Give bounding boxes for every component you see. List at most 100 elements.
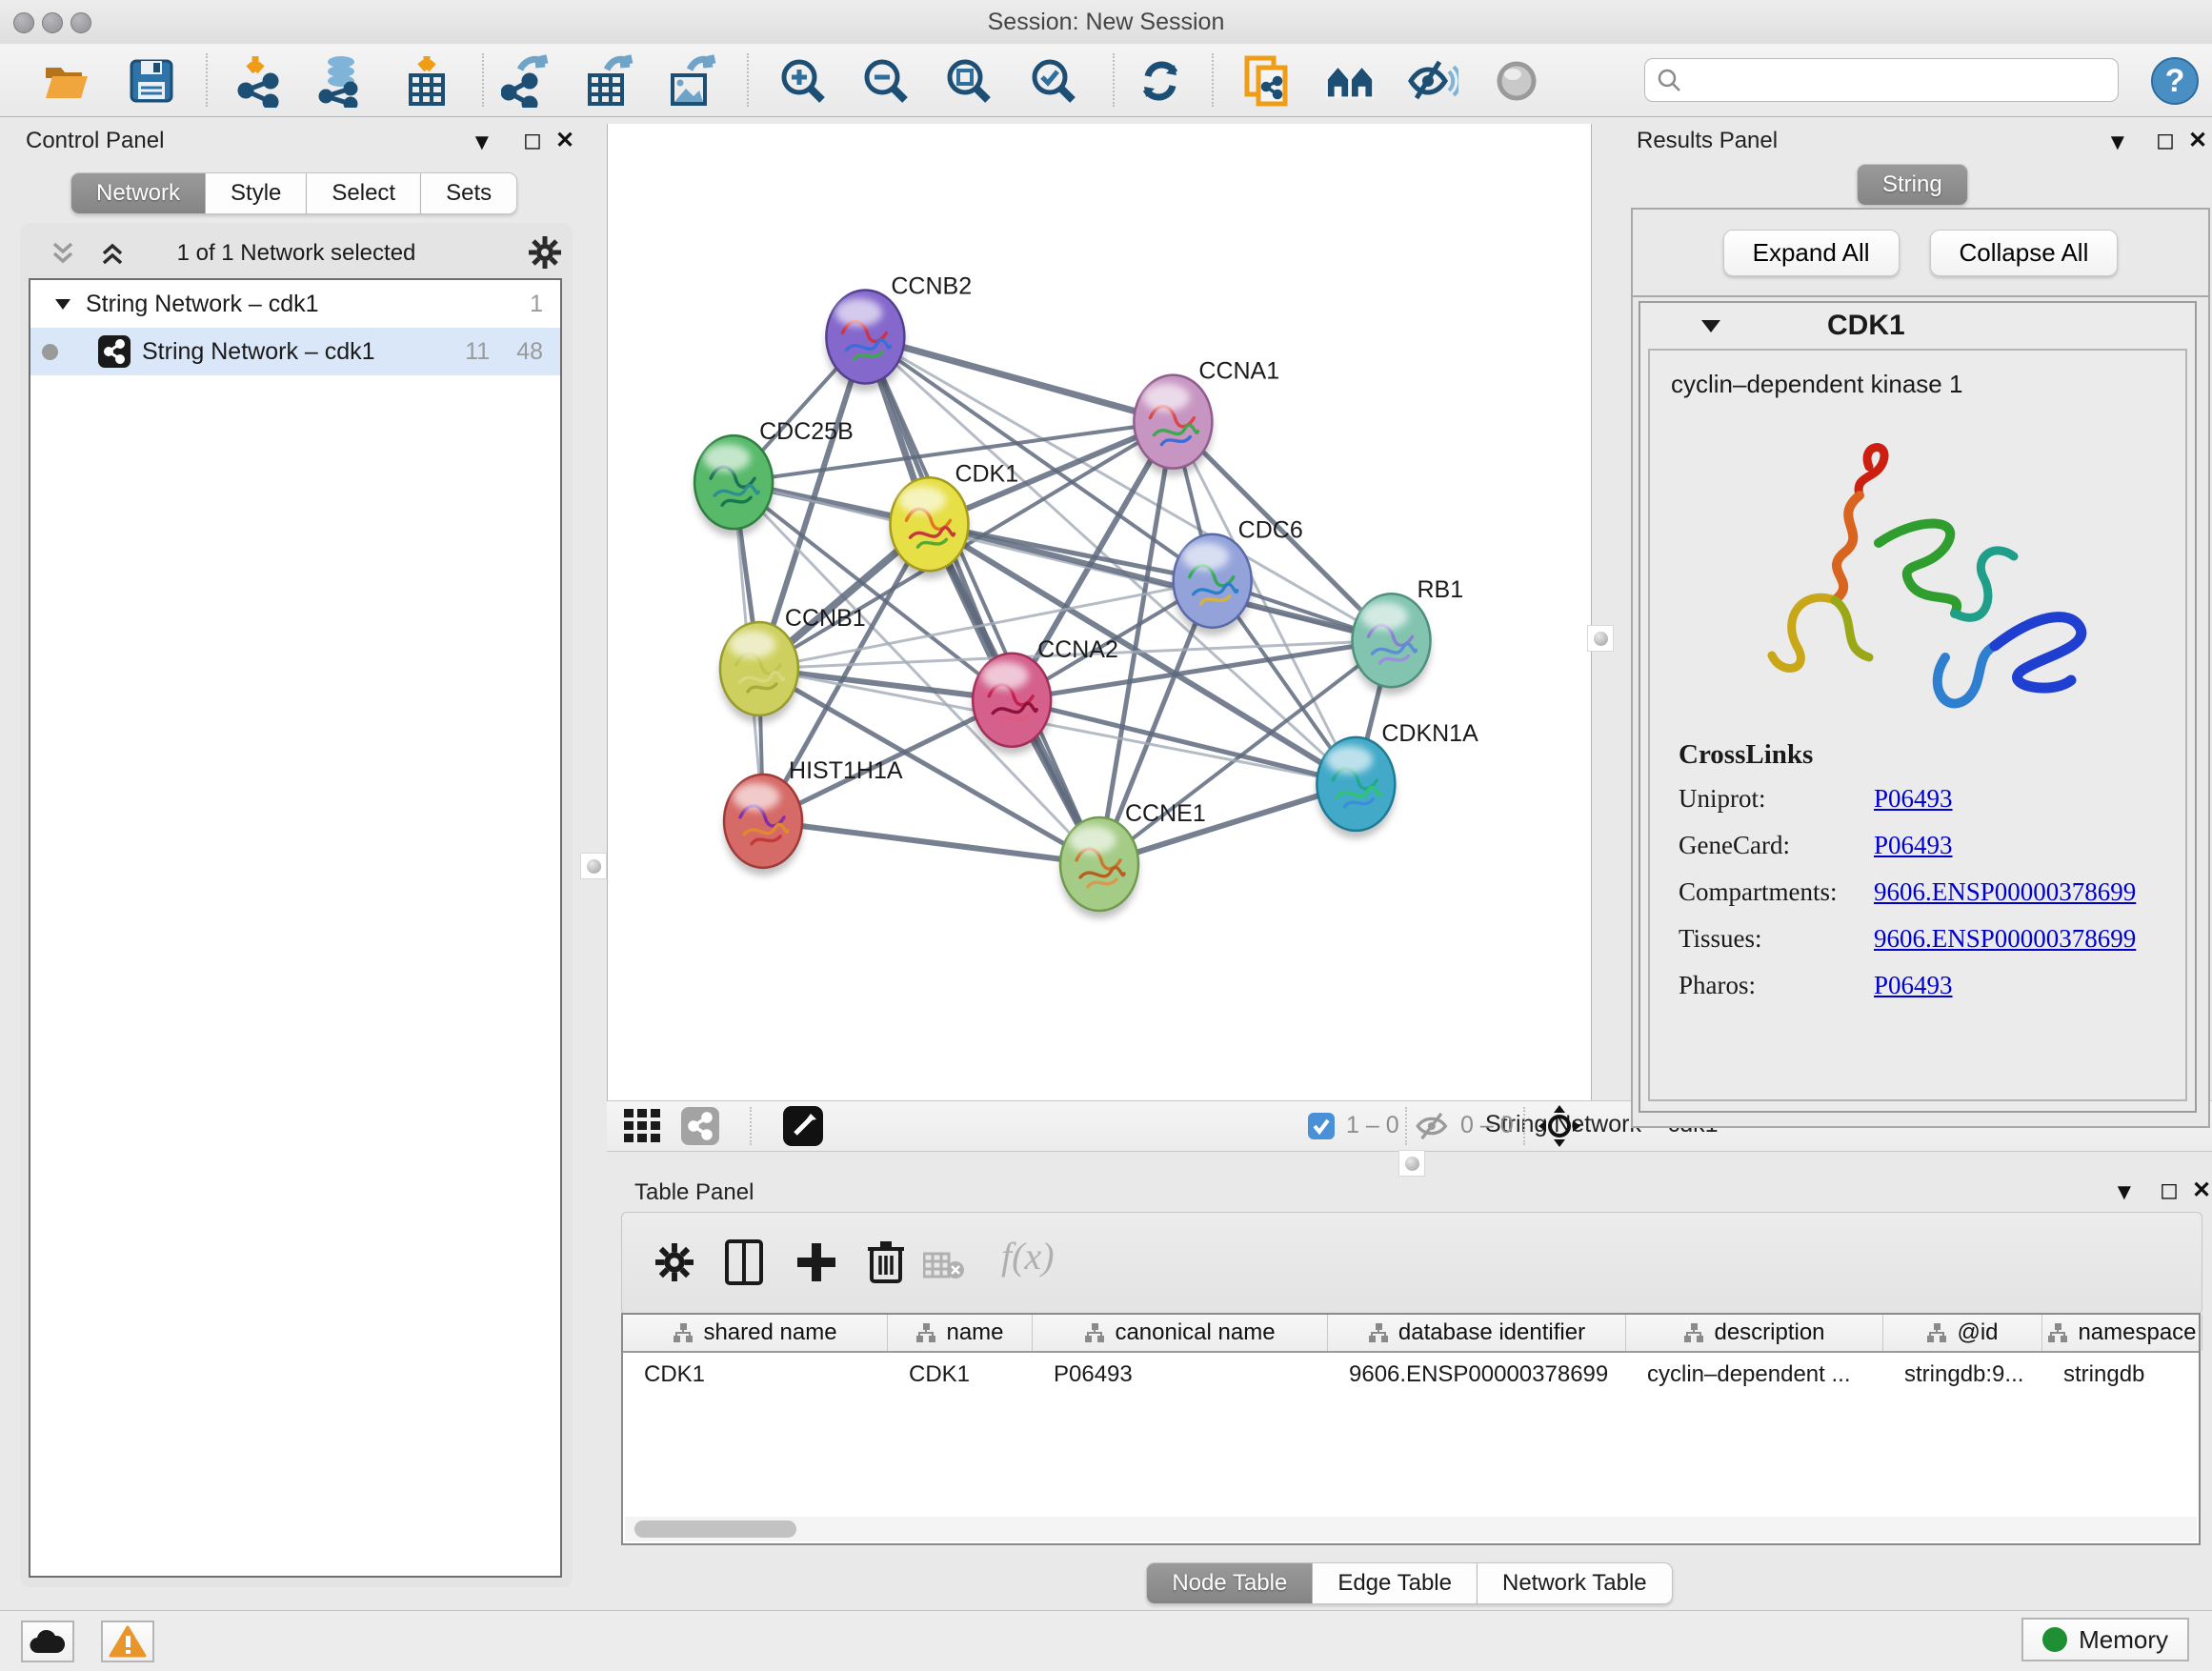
tab-string[interactable]: String: [1857, 164, 1968, 206]
warning-button[interactable]: [101, 1621, 154, 1662]
node-CCNE1[interactable]: CCNE1: [1060, 800, 1206, 918]
panel-close-icon[interactable]: ✕: [555, 130, 574, 152]
panel-collapse-icon[interactable]: ▼: [471, 131, 493, 154]
crosslink-link[interactable]: P06493: [1874, 831, 1953, 860]
column-header-name[interactable]: name: [888, 1315, 1033, 1351]
edge-CCNB2-CCNE1[interactable]: [865, 336, 1099, 864]
zoom-out-icon[interactable]: [860, 55, 912, 107]
column-header-namespace[interactable]: namespace: [2042, 1315, 2202, 1351]
table-cell[interactable]: stringdb: [2042, 1361, 2202, 1388]
export-table-icon[interactable]: [584, 55, 635, 107]
column-type-icon: [1368, 1322, 1389, 1343]
panel-float-icon[interactable]: ◻: [2156, 130, 2175, 152]
delete-column-icon[interactable]: [868, 1239, 904, 1285]
vertical-splitter-grip[interactable]: [580, 853, 607, 879]
horizontal-splitter-grip[interactable]: [1398, 1150, 1425, 1177]
import-network-file-icon[interactable]: [233, 55, 285, 107]
expand-all-button[interactable]: Expand All: [1723, 230, 1900, 276]
clone-network-icon[interactable]: [1241, 55, 1293, 107]
collection-count: 1: [530, 291, 543, 318]
network-tree-child-row[interactable]: String Network – cdk1 11 48: [30, 328, 560, 375]
panel-float-icon[interactable]: ◻: [2160, 1179, 2179, 1202]
crosslink-link[interactable]: 9606.ENSP00000378699: [1874, 877, 2136, 907]
table-row[interactable]: CDK1CDK1P064939606.ENSP00000378699cyclin…: [623, 1353, 2199, 1397]
node-HIST1H1A[interactable]: HIST1H1A: [724, 757, 903, 876]
scrollbar-thumb[interactable]: [634, 1520, 796, 1538]
panel-close-icon[interactable]: ✕: [2192, 1179, 2211, 1202]
import-network-database-icon[interactable]: [312, 55, 364, 107]
gene-section-header[interactable]: CDK1: [1640, 303, 2195, 349]
tab-network-table[interactable]: Network Table: [1478, 1562, 1673, 1604]
tab-network[interactable]: Network: [70, 172, 206, 214]
zoom-fit-icon[interactable]: [943, 55, 995, 107]
save-session-icon[interactable]: [126, 55, 177, 107]
crosslink-link[interactable]: P06493: [1874, 971, 1953, 1000]
column-header-database-identifier[interactable]: database identifier: [1328, 1315, 1626, 1351]
export-network-icon[interactable]: [501, 55, 553, 107]
tab-style[interactable]: Style: [206, 172, 307, 214]
help-icon[interactable]: ?: [2149, 55, 2201, 107]
crosslink-link[interactable]: P06493: [1874, 784, 1953, 814]
table-cell[interactable]: P06493: [1033, 1361, 1328, 1388]
panel-collapse-icon[interactable]: ▼: [2106, 131, 2129, 154]
node-RB1[interactable]: RB1: [1353, 576, 1464, 695]
network-icon: [98, 335, 131, 368]
column-header-@id[interactable]: @id: [1883, 1315, 2042, 1351]
column-header-canonical-name[interactable]: canonical name: [1033, 1315, 1328, 1351]
tab-node-table[interactable]: Node Table: [1146, 1562, 1313, 1604]
panel-collapse-icon[interactable]: ▼: [2113, 1181, 2136, 1204]
search-field[interactable]: [1644, 58, 2119, 102]
grid-view-icon[interactable]: [624, 1109, 662, 1143]
table-cell[interactable]: stringdb:9...: [1883, 1361, 2042, 1388]
zoom-selected-icon[interactable]: [1028, 55, 1079, 107]
cloud-button[interactable]: [21, 1621, 74, 1662]
column-type-icon: [2047, 1322, 2068, 1343]
table-cell[interactable]: CDK1: [623, 1361, 888, 1388]
search-input[interactable]: [1681, 66, 2118, 94]
houses-icon[interactable]: [1325, 55, 1377, 107]
node-CDK1[interactable]: CDK1: [890, 460, 1018, 578]
gene-description: cyclin–dependent kinase 1: [1650, 351, 2185, 399]
node-CDKN1A[interactable]: CDKN1A: [1317, 720, 1478, 838]
column-header-description[interactable]: description: [1626, 1315, 1883, 1351]
cloud-icon: [29, 1628, 67, 1655]
hide-eye-icon[interactable]: [1407, 55, 1458, 107]
share-view-icon[interactable]: [681, 1107, 719, 1145]
selected-checkbox-icon[interactable]: [1307, 1112, 1336, 1140]
gear-icon[interactable]: [529, 236, 561, 269]
table-gear-icon[interactable]: [655, 1243, 694, 1281]
import-table-file-icon[interactable]: [401, 55, 452, 107]
node-table: shared namenamecanonical namedatabase id…: [621, 1313, 2201, 1545]
tree-expander-icon[interactable]: [53, 296, 72, 312]
crosshair-icon[interactable]: [1538, 1105, 1580, 1147]
apply-layout-refresh-icon[interactable]: [1135, 55, 1186, 107]
export-image-icon[interactable]: [667, 55, 718, 107]
node-CCNB2[interactable]: CCNB2: [826, 272, 972, 391]
collapse-all-button[interactable]: Collapse All: [1930, 230, 2119, 276]
gray-eye-icon[interactable]: [1491, 55, 1542, 107]
zoom-in-icon[interactable]: [777, 55, 829, 107]
panel-close-icon[interactable]: ✕: [2188, 130, 2207, 152]
tab-sets[interactable]: Sets: [421, 172, 517, 214]
birds-eye-view-icon[interactable]: [783, 1106, 823, 1146]
table-cell[interactable]: cyclin–dependent ...: [1626, 1361, 1883, 1388]
hidden-eye-icon[interactable]: [1415, 1111, 1453, 1141]
network-canvas[interactable]: CCNB2CCNA1CDC25BCDK1CDC6RB1CCNB1CCNA2CDK…: [607, 124, 1592, 1100]
tab-select[interactable]: Select: [307, 172, 421, 214]
column-header-shared-name[interactable]: shared name: [623, 1315, 888, 1351]
table-cell[interactable]: CDK1: [888, 1361, 1033, 1388]
add-column-icon[interactable]: [795, 1241, 837, 1283]
horizontal-scrollbar[interactable]: [625, 1517, 2197, 1541]
crosslink-link[interactable]: 9606.ENSP00000378699: [1874, 924, 2136, 954]
panel-float-icon[interactable]: ◻: [523, 130, 542, 152]
edge-HIST1H1A-CCNE1[interactable]: [763, 821, 1099, 864]
table-cell[interactable]: 9606.ENSP00000378699: [1328, 1361, 1626, 1388]
select-columns-icon[interactable]: [725, 1239, 763, 1285]
tab-edge-table[interactable]: Edge Table: [1313, 1562, 1478, 1604]
network-tree-root-row[interactable]: String Network – cdk1 1: [30, 280, 560, 328]
section-expander-icon[interactable]: [1699, 317, 1722, 334]
open-session-icon[interactable]: [41, 55, 92, 107]
node-CDC6[interactable]: CDC6: [1174, 517, 1303, 635]
memory-button[interactable]: Memory: [2021, 1618, 2189, 1661]
application-window: Session: New Session: [0, 0, 2212, 1671]
